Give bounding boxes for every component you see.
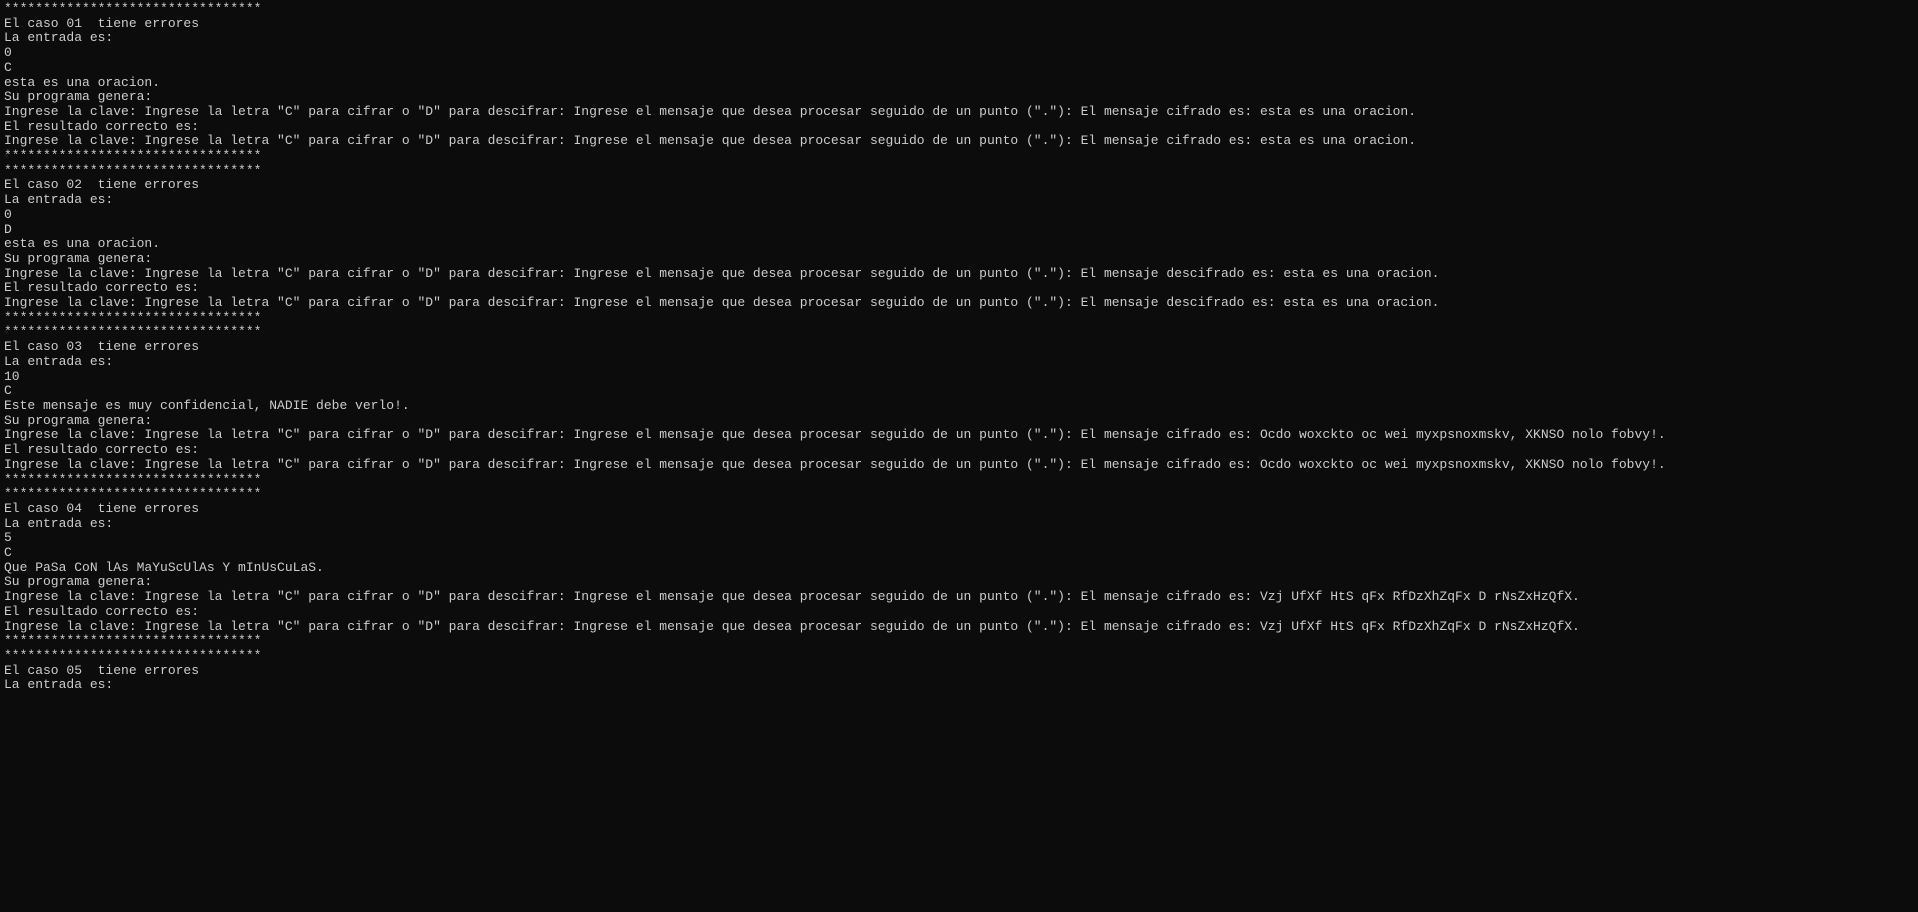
terminal-line: Ingrese la clave: Ingrese la letra "C" p… — [4, 590, 1914, 605]
terminal-line: El resultado correcto es: — [4, 605, 1914, 620]
terminal-line: Este mensaje es muy confidencial, NADIE … — [4, 399, 1914, 414]
terminal-line: El resultado correcto es: — [4, 443, 1914, 458]
terminal-line: La entrada es: — [4, 31, 1914, 46]
terminal-line: El caso 05 tiene errores — [4, 664, 1914, 679]
terminal-line: C — [4, 384, 1914, 399]
terminal-line: ********************************* — [4, 487, 1914, 502]
terminal-line: Su programa genera: — [4, 90, 1914, 105]
terminal-line: Su programa genera: — [4, 252, 1914, 267]
terminal-line: ********************************* — [4, 634, 1914, 649]
terminal-line: El resultado correcto es: — [4, 281, 1914, 296]
terminal-line: ********************************* — [4, 149, 1914, 164]
terminal-line: El caso 01 tiene errores — [4, 17, 1914, 32]
terminal-line: ********************************* — [4, 2, 1914, 17]
terminal-line: El caso 02 tiene errores — [4, 178, 1914, 193]
terminal-line: 5 — [4, 531, 1914, 546]
terminal-line: ********************************* — [4, 649, 1914, 664]
terminal-line: C — [4, 61, 1914, 76]
terminal-line: ********************************* — [4, 325, 1914, 340]
terminal-output: *********************************El caso… — [4, 2, 1914, 693]
terminal-line: Ingrese la clave: Ingrese la letra "C" p… — [4, 267, 1914, 282]
terminal-line: Ingrese la clave: Ingrese la letra "C" p… — [4, 105, 1914, 120]
terminal-line: ********************************* — [4, 164, 1914, 179]
terminal-line: ********************************* — [4, 473, 1914, 488]
terminal-line: La entrada es: — [4, 517, 1914, 532]
terminal-line: El caso 03 tiene errores — [4, 340, 1914, 355]
terminal-line: C — [4, 546, 1914, 561]
terminal-line: Ingrese la clave: Ingrese la letra "C" p… — [4, 428, 1914, 443]
terminal-line: El caso 04 tiene errores — [4, 502, 1914, 517]
terminal-line: Su programa genera: — [4, 575, 1914, 590]
terminal-line: 10 — [4, 370, 1914, 385]
terminal-line: Su programa genera: — [4, 414, 1914, 429]
terminal-line: D — [4, 223, 1914, 238]
terminal-line: Ingrese la clave: Ingrese la letra "C" p… — [4, 458, 1914, 473]
terminal-line: La entrada es: — [4, 678, 1914, 693]
terminal-line: El resultado correcto es: — [4, 120, 1914, 135]
terminal-line: Que PaSa CoN lAs MaYuScUlAs Y mInUsCuLaS… — [4, 561, 1914, 576]
terminal-line: Ingrese la clave: Ingrese la letra "C" p… — [4, 296, 1914, 311]
terminal-line: Ingrese la clave: Ingrese la letra "C" p… — [4, 134, 1914, 149]
terminal-line: esta es una oracion. — [4, 76, 1914, 91]
terminal-line: La entrada es: — [4, 193, 1914, 208]
terminal-line: ********************************* — [4, 311, 1914, 326]
terminal-line: Ingrese la clave: Ingrese la letra "C" p… — [4, 620, 1914, 635]
terminal-line: 0 — [4, 46, 1914, 61]
terminal-line: La entrada es: — [4, 355, 1914, 370]
terminal-line: 0 — [4, 208, 1914, 223]
terminal-line: esta es una oracion. — [4, 237, 1914, 252]
